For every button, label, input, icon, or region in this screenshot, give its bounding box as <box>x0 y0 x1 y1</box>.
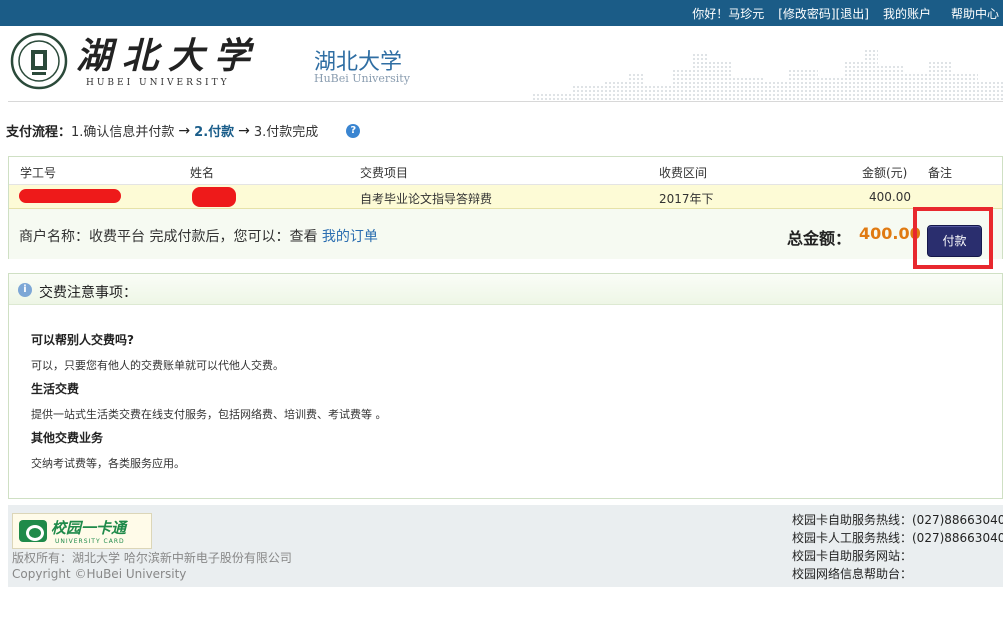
faq-question: 可以帮别人交费吗? <box>31 333 134 347</box>
logout-link[interactable]: [退出] <box>836 5 869 22</box>
hotline-1: 校园卡自助服务热线：(027)88663040 <box>792 513 1003 527</box>
step-arrow: → <box>178 122 191 139</box>
copyright-cn: 版权所有：湖北大学 哈尔滨新中新电子股份有限公司 <box>12 551 292 565</box>
campus-card-name: 校园一卡通 <box>51 519 127 537</box>
merchant-info: 商户名称：收费平台 完成付款后，您可以：查看 我的订单 <box>19 226 378 246</box>
cell-amount: 400.00 <box>869 190 911 204</box>
col-name: 姓名 <box>190 166 215 180</box>
redacted-name <box>192 187 236 207</box>
col-period: 收费区间 <box>659 166 708 180</box>
city-skyline-decoration <box>533 50 1003 102</box>
step-1: 1.确认信息并付款 <box>71 125 175 140</box>
step-3: 3.付款完成 <box>253 125 319 140</box>
faq-answer: 可以，只要您有他人的交费账单就可以代他人交费。 <box>31 359 284 372</box>
change-password-link[interactable]: [修改密码] <box>778 5 835 22</box>
faq-question: 生活交费 <box>31 382 80 396</box>
university-seal-icon <box>10 32 68 90</box>
faq-question: 其他交费业务 <box>31 431 104 445</box>
campus-card-en: UNIVERSITY CARD <box>55 538 125 545</box>
my-orders-link[interactable]: 我的订单 <box>322 229 378 245</box>
help-center-link[interactable]: 帮助中心 <box>951 5 999 22</box>
faq-answer: 交纳考试费等，各类服务应用。 <box>31 457 185 470</box>
hotline-2: 校园卡人工服务热线：(027)88663040 <box>792 531 1003 545</box>
total-amount: 400.00 <box>859 224 921 243</box>
campus-card-icon <box>19 520 47 542</box>
faq-answer: 提供一站式生活类交费在线支付服务，包括网络费、培训费、考试费等 。 <box>31 408 387 421</box>
merchant-text: 商户名称：收费平台 完成付款后，您可以：查看 <box>19 229 318 245</box>
col-student-id: 学工号 <box>20 166 57 180</box>
notice-header: i 交费注意事项： <box>9 274 1002 305</box>
step-2-current: 2.付款 <box>194 125 235 140</box>
pay-button[interactable]: 付款 <box>927 225 982 257</box>
my-account-link[interactable]: 我的账户 <box>883 5 931 22</box>
total-label: 总金额： <box>787 229 852 248</box>
greeting-text: 你好！马珍元 <box>692 7 765 21</box>
order-table: 学工号 姓名 交费项目 收费区间 金额(元) 备注 自考毕业论文指导答辩费 20… <box>8 156 1003 259</box>
col-amount: 金额(元) <box>862 166 908 180</box>
site-header: 湖北大学 HUBEI UNIVERSITY 湖北大学 HuBei Univers… <box>0 26 1003 102</box>
redacted-student-id <box>19 189 121 203</box>
cell-item: 自考毕业论文指导答辩费 <box>360 192 493 206</box>
site-footer: 校园一卡通 UNIVERSITY CARD 版权所有：湖北大学 哈尔滨新中新电子… <box>8 505 1003 587</box>
network-help-desk: 校园网络信息帮助台： <box>792 567 913 581</box>
campus-card-logo: 校园一卡通 UNIVERSITY CARD <box>12 513 152 549</box>
table-header: 学工号 姓名 交费项目 收费区间 金额(元) 备注 <box>9 157 1002 185</box>
table-row: 自考毕业论文指导答辩费 2017年下 400.00 <box>9 185 1002 209</box>
logo-wordmark: 湖北大学 <box>76 35 261 77</box>
question-icon[interactable]: ? <box>346 123 361 138</box>
steps-label: 支付流程： <box>6 125 72 140</box>
step-arrow: → <box>238 122 250 139</box>
self-service-site: 校园卡自助服务网站： <box>792 549 913 563</box>
col-item: 交费项目 <box>360 166 409 180</box>
notice-title: 交费注意事项： <box>39 285 137 301</box>
col-note: 备注 <box>928 166 953 180</box>
payment-notice-panel: i 交费注意事项： 可以帮别人交费吗? 可以，只要您有他人的交费账单就可以代他人… <box>8 273 1003 499</box>
cell-period: 2017年下 <box>659 192 714 206</box>
header-divider <box>8 101 1003 102</box>
order-summary: 商户名称：收费平台 完成付款后，您可以：查看 我的订单 总金额： 400.00 <box>9 209 1002 259</box>
payment-steps: 支付流程： 1.确认信息并付款 → 2.付款 → 3.付款完成 ? <box>6 121 361 140</box>
brand-subtitle: HuBei University <box>314 72 410 85</box>
logo-subtitle: HUBEI UNIVERSITY <box>86 78 230 88</box>
copyright-en: Copyright ©HuBei University <box>12 567 187 581</box>
top-bar: 你好！马珍元 [修改密码] [退出] 我的账户 帮助中心 <box>0 0 1003 26</box>
info-icon: i <box>18 283 32 297</box>
